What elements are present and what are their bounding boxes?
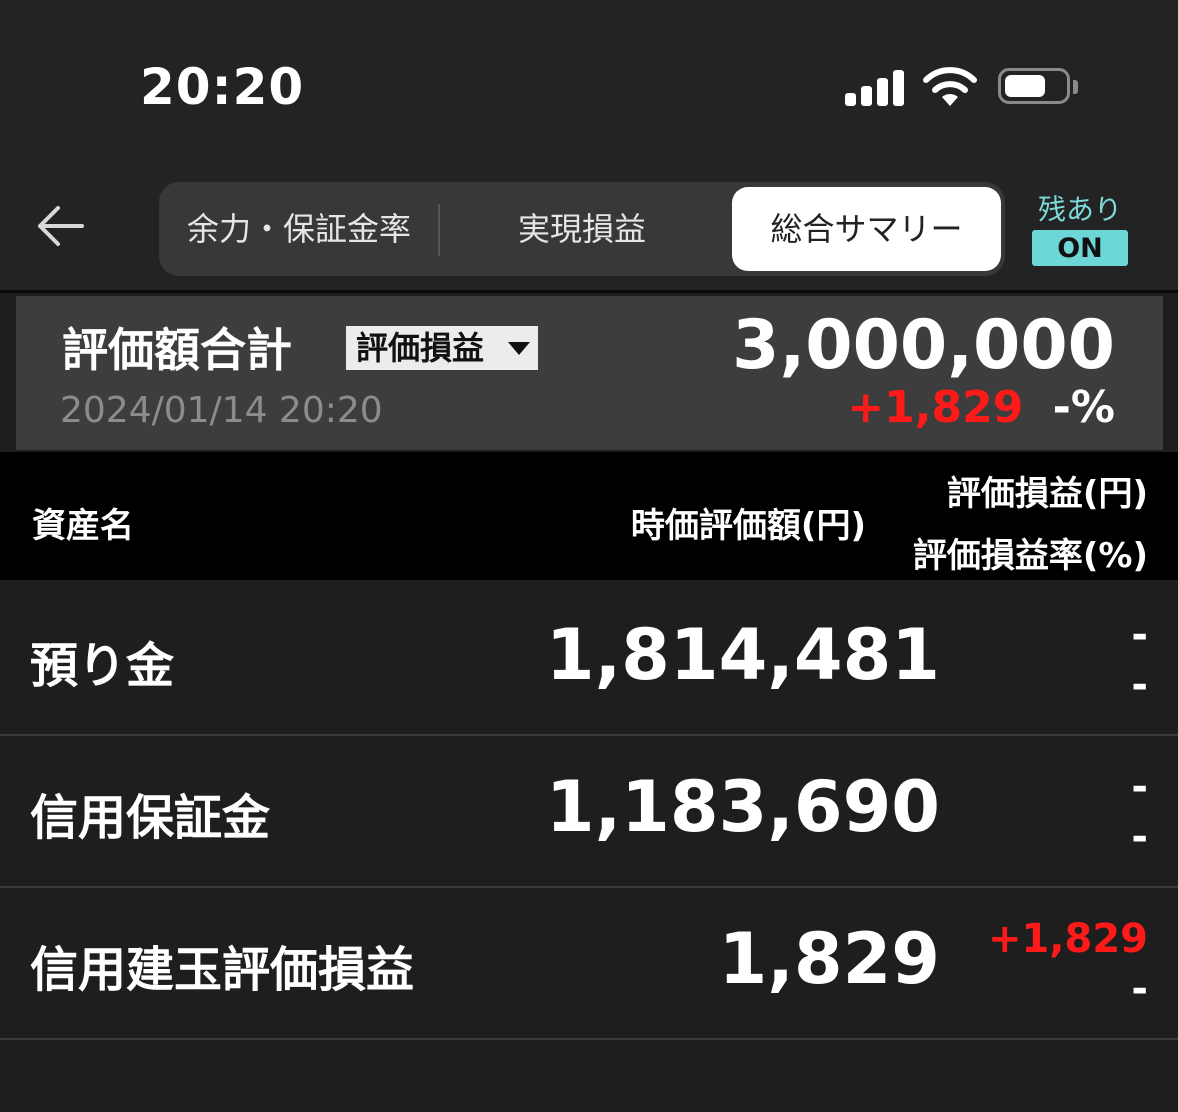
battery-icon xyxy=(998,68,1070,104)
summary-datetime: 2024/01/14 20:20 xyxy=(60,390,383,431)
tab-summary[interactable]: 総合サマリー xyxy=(732,187,1001,271)
asset-name: 信用建玉評価損益 xyxy=(30,942,415,998)
back-arrow-icon[interactable] xyxy=(34,200,86,252)
summary-change-rate: -% xyxy=(1052,382,1115,433)
battery-cap xyxy=(1073,80,1078,94)
mode-dropdown-label: 評価損益 xyxy=(356,329,485,367)
caret-down-icon xyxy=(508,342,530,355)
tab-divider xyxy=(438,204,440,256)
tab-margin[interactable]: 余力・保証金率 xyxy=(159,182,439,276)
summary-change-amount: +1,829 xyxy=(847,382,1024,433)
header-unrealized-pl: 評価損益(円) xyxy=(946,474,1148,514)
summary-total: 3,000,000 xyxy=(732,306,1115,385)
tab-realized-pl[interactable]: 実現損益 xyxy=(441,182,723,276)
asset-pl: +1,829 xyxy=(987,916,1148,962)
zan-toggle[interactable]: ON xyxy=(1032,230,1128,266)
asset-value: 1,814,481 xyxy=(545,614,940,696)
asset-value: 1,183,690 xyxy=(545,766,940,848)
header-unrealized-rate: 評価損益率(%) xyxy=(912,536,1148,576)
nav-bar: 余力・保証金率 実現損益 総合サマリー 残あり ON xyxy=(0,170,1178,292)
summary-change: +1,829 -% xyxy=(847,382,1115,433)
nav-divider xyxy=(0,290,1178,293)
asset-rate: - xyxy=(1131,966,1148,1012)
header-asset-name: 資産名 xyxy=(32,506,134,546)
table-row[interactable]: 預り金 1,814,481 - - xyxy=(0,582,1178,736)
status-bar: 20:20 xyxy=(0,0,1178,170)
summary-title: 評価額合計 xyxy=(62,323,292,377)
asset-name: 信用保証金 xyxy=(30,790,271,846)
signal-icon xyxy=(845,70,905,106)
table-header: 資産名 時価評価額(円) 評価損益(円) 評価損益率(%) xyxy=(0,452,1178,580)
asset-name: 預り金 xyxy=(30,638,175,694)
header-market-value: 時価評価額(円) xyxy=(630,506,866,546)
asset-rate: - xyxy=(1131,662,1148,708)
mode-dropdown[interactable]: 評価損益 xyxy=(346,326,538,370)
segmented-tabs: 余力・保証金率 実現損益 総合サマリー xyxy=(159,182,1005,276)
asset-pl: - xyxy=(1131,764,1148,810)
asset-rate: - xyxy=(1131,814,1148,860)
status-time: 20:20 xyxy=(140,58,305,116)
asset-pl: - xyxy=(1131,612,1148,658)
table-row[interactable]: 信用建玉評価損益 1,829 +1,829 - xyxy=(0,886,1178,1040)
zan-label: 残あり xyxy=(1037,193,1122,226)
summary-panel: 評価額合計 評価損益 2024/01/14 20:20 3,000,000 +1… xyxy=(16,296,1163,450)
table-row[interactable]: 信用保証金 1,183,690 - - xyxy=(0,734,1178,888)
asset-value: 1,829 xyxy=(718,918,940,1000)
wifi-icon xyxy=(923,67,977,106)
